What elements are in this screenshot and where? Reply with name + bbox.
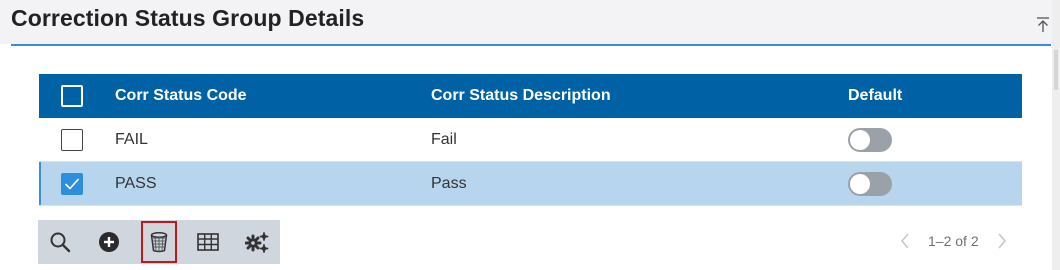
- toggle-knob: [850, 173, 870, 194]
- next-page-icon[interactable]: [995, 232, 1009, 250]
- add-icon: [99, 232, 119, 252]
- table-row[interactable]: FAIL Fail: [39, 118, 1022, 162]
- cell-description: Fail: [431, 118, 848, 162]
- pagination: 1–2 of 2: [898, 230, 1009, 252]
- row-checkbox[interactable]: [61, 128, 83, 151]
- grid-view-button[interactable]: [190, 220, 226, 264]
- correction-status-group-panel: Correction Status Group Details Corr Sta…: [0, 0, 1060, 270]
- grid-icon: [197, 233, 219, 251]
- select-all-checkbox[interactable]: [61, 85, 83, 107]
- panel-header: Correction Status Group Details: [0, 0, 1052, 44]
- cell-default: [848, 161, 1022, 206]
- row-select-cell: [39, 161, 115, 206]
- correction-status-table: Corr Status Code Corr Status Description…: [39, 74, 1022, 206]
- scrollbar-track[interactable]: [1052, 0, 1060, 270]
- scrollbar-thumb[interactable]: [1054, 50, 1058, 90]
- search-button[interactable]: [42, 220, 78, 264]
- previous-page-icon[interactable]: [898, 232, 912, 250]
- row-checkbox[interactable]: [61, 172, 83, 195]
- search-icon: [50, 232, 71, 253]
- collapse-up-icon[interactable]: [1035, 15, 1051, 33]
- grid-toolbar: [38, 220, 280, 264]
- toggle-knob: [850, 129, 870, 150]
- panel-title: Correction Status Group Details: [11, 5, 365, 31]
- delete-icon: [150, 232, 168, 253]
- cell-code: PASS: [115, 161, 431, 206]
- header-select-cell: [39, 74, 115, 118]
- settings-button[interactable]: [239, 220, 275, 264]
- cell-code: FAIL: [115, 118, 431, 162]
- column-header-description[interactable]: Corr Status Description: [431, 74, 848, 118]
- table-row[interactable]: PASS Pass: [39, 161, 1022, 206]
- header-divider: [11, 44, 1051, 46]
- settings-icon: [245, 232, 269, 253]
- column-header-default[interactable]: Default: [848, 74, 1022, 118]
- row-select-cell: [39, 118, 115, 162]
- default-toggle[interactable]: [848, 127, 892, 152]
- table-header-row: Corr Status Code Corr Status Description…: [39, 74, 1022, 118]
- checkmark-icon: [64, 177, 80, 190]
- cell-description: Pass: [431, 161, 848, 206]
- add-button[interactable]: [91, 220, 127, 264]
- page-range-text: 1–2 of 2: [928, 233, 979, 249]
- delete-button[interactable]: [141, 221, 177, 263]
- column-header-code[interactable]: Corr Status Code: [115, 74, 431, 118]
- cell-default: [848, 118, 1022, 162]
- default-toggle[interactable]: [848, 171, 892, 196]
